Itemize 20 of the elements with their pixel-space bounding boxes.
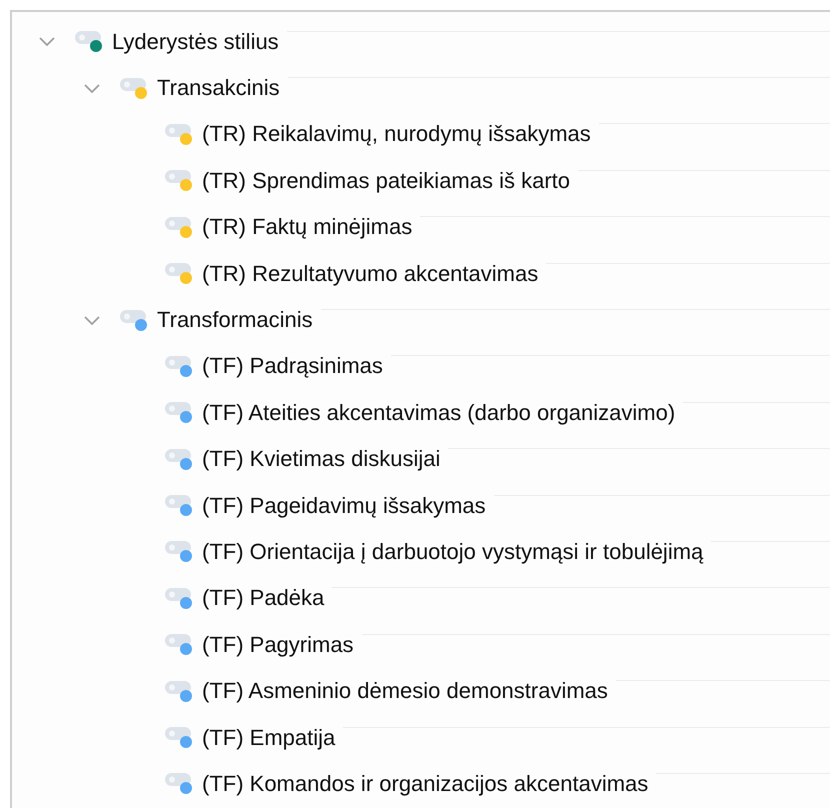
chevron-down-icon[interactable] <box>83 82 101 94</box>
tree-item-label[interactable]: (TR) Sprendimas pateikiamas iš karto <box>202 164 570 197</box>
tree-item-label[interactable]: (TF) Kvietimas diskusijai <box>202 442 440 476</box>
tree-item-label[interactable]: Transformacinis <box>157 303 313 336</box>
tree-item-label[interactable]: (TF) Komandos ir organizacijos akcentavimas <box>202 766 648 800</box>
tree-item-label[interactable]: (TR) Rezultatyvumo akcentavimas <box>202 256 538 290</box>
tree-item-label[interactable]: (TF) Pageidavimų išsakymas <box>202 488 486 522</box>
tree-item-label[interactable]: (TF) Padrąsinimas <box>202 349 383 382</box>
tree-item-label[interactable]: (TR) Reikalavimų, nurodymų išsakymas <box>202 117 591 150</box>
tree-item-label[interactable]: (TF) Orientacija į darbuotojo vystymąsi ir tobulėjimą <box>202 534 704 568</box>
tree-item-label[interactable]: (TF) Asmeninio dėmesio demonstravimas <box>202 674 608 708</box>
chevron-down-icon[interactable] <box>83 314 101 326</box>
tree-item-label[interactable]: (TF) Pagyrimas <box>202 628 354 661</box>
tree-item-label[interactable]: Lyderystės stilius <box>112 24 279 58</box>
tree-item-label[interactable]: Transakcinis <box>157 71 280 104</box>
tree-item-label[interactable]: (TF) Empatija <box>202 720 336 754</box>
chevron-down-icon[interactable] <box>38 35 56 48</box>
tree-item-label[interactable]: (TF) Padėka <box>202 581 324 614</box>
tree-item-label[interactable]: (TR) Faktų minėjimas <box>202 210 412 244</box>
tree-item-label[interactable]: (TF) Ateities akcentavimas (darbo organizavimo) <box>202 396 676 429</box>
